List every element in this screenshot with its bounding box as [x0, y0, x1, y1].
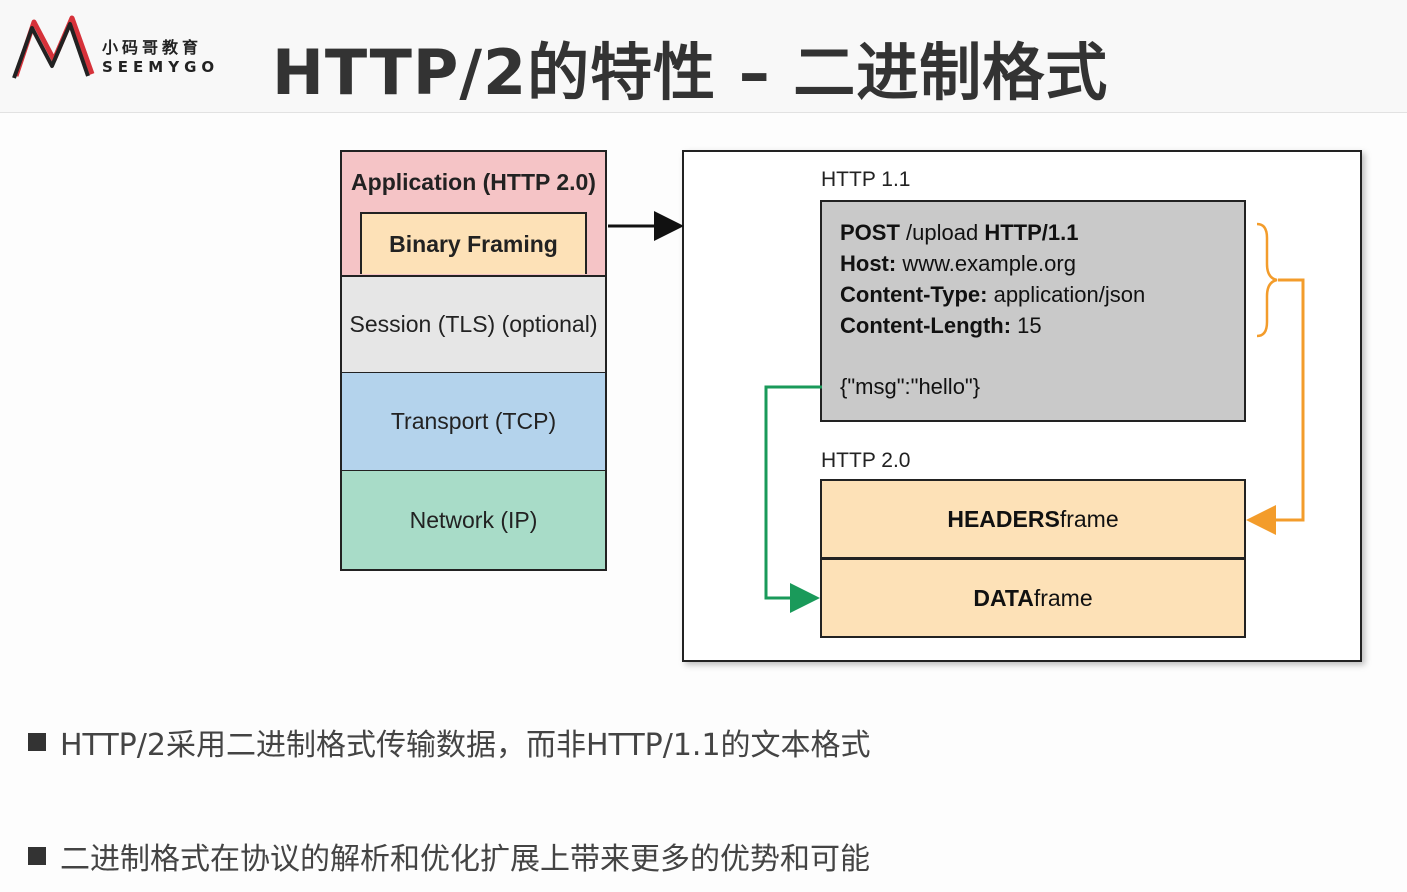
headers-frame: HEADERS frame: [820, 479, 1246, 559]
logo-text-cn: 小码哥教育: [102, 38, 203, 57]
headers-frame-rest: frame: [1059, 505, 1119, 532]
data-frame-rest: frame: [1033, 584, 1093, 611]
request-body: {"msg":"hello"}: [840, 374, 981, 399]
request-line: POST /upload HTTP/1.1: [840, 220, 1078, 246]
bullet-square-icon: [28, 733, 46, 751]
header-host-value: www.example.org: [896, 251, 1076, 276]
layer-binary-framing: Binary Framing: [360, 212, 587, 274]
bullet-item: 二进制格式在协议的解析和优化扩展上带来更多的优势和可能: [28, 834, 870, 878]
data-frame: DATA frame: [820, 558, 1246, 638]
logo-text-en: SEEMYGO: [102, 58, 220, 76]
logo-icon: [12, 15, 95, 79]
header-content-length-key: Content-Length:: [840, 313, 1012, 338]
layer-transport: Transport (TCP): [340, 373, 607, 472]
layer-application-label: Application (HTTP 2.0): [351, 169, 596, 195]
header-content-type-key: Content-Type:: [840, 282, 988, 307]
header-host-key: Host:: [840, 251, 897, 276]
request-version: HTTP/1.1: [984, 220, 1079, 245]
layer-network: Network (IP): [340, 471, 607, 571]
headers-frame-bold: HEADERS: [947, 505, 1060, 532]
layer-session: Session (TLS) (optional): [340, 275, 607, 374]
header-host: Host: www.example.org: [840, 251, 1076, 277]
header-content-type-value: application/json: [987, 282, 1146, 307]
bullet-square-icon: [28, 847, 46, 865]
request-method: POST: [840, 220, 900, 245]
header-content-type: Content-Type: application/json: [840, 282, 1145, 308]
http20-label: HTTP 2.0: [821, 449, 911, 472]
http11-label: HTTP 1.1: [821, 168, 911, 191]
page-title: HTTP/2的特性 – 二进制格式: [272, 36, 1109, 109]
header-content-length: Content-Length: 15: [840, 313, 1042, 339]
header-content-length-value: 15: [1011, 313, 1042, 338]
bullet-text: 二进制格式在协议的解析和优化扩展上带来更多的优势和可能: [60, 842, 870, 877]
request-path: /upload: [899, 220, 985, 245]
bullet-text: HTTP/2采用二进制格式传输数据，而非HTTP/1.1的文本格式: [60, 728, 871, 763]
bullet-item: HTTP/2采用二进制格式传输数据，而非HTTP/1.1的文本格式: [28, 720, 871, 764]
data-frame-bold: DATA: [973, 584, 1034, 611]
